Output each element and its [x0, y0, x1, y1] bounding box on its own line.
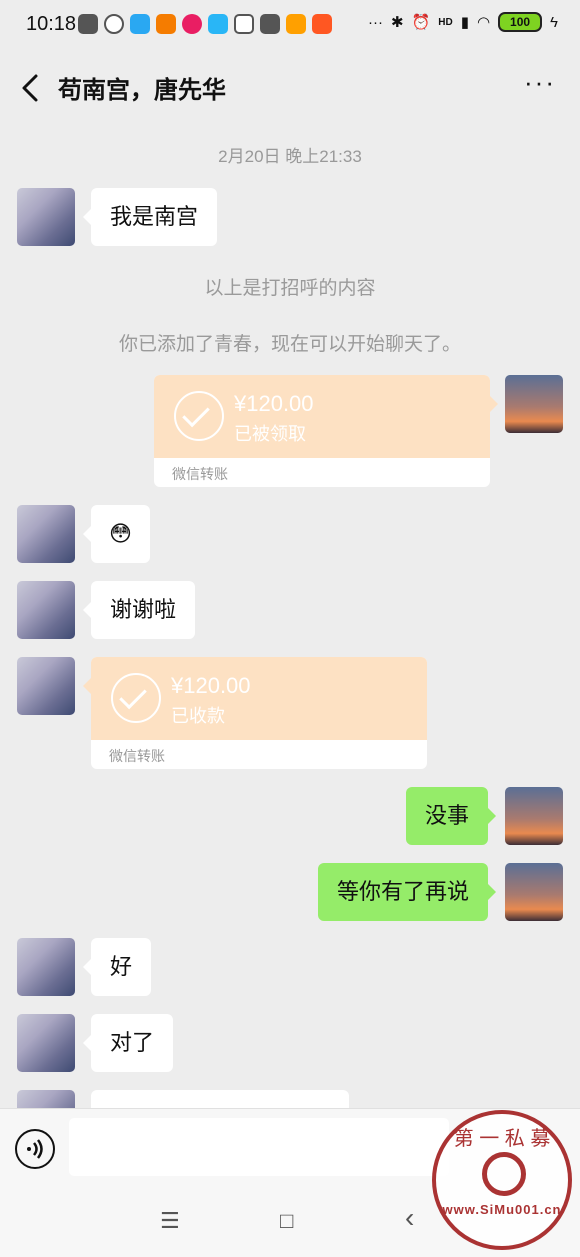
app-icon — [312, 14, 332, 34]
app-icon — [208, 14, 228, 34]
charging-icon: ϟ — [550, 13, 558, 31]
check-circle-icon — [111, 673, 161, 723]
calendar-icon — [234, 14, 254, 34]
home-icon[interactable]: □ — [280, 1208, 293, 1234]
back-icon[interactable]: ‹ — [405, 1202, 414, 1234]
transfer-amount: ¥120.00 — [234, 391, 314, 416]
transfer-label: 微信转账 — [172, 466, 228, 482]
message-icon — [78, 14, 98, 34]
chat-title: 苟南宫，唐先华 — [58, 77, 226, 104]
alarm-icon — [104, 14, 124, 34]
back-arrow-icon[interactable] — [16, 70, 46, 106]
network-label: HD — [438, 16, 453, 28]
message-bubble-sent[interactable]: 等你有了再说 — [317, 863, 497, 921]
wifi-icon: ◠ — [476, 14, 491, 31]
transfer-label: 微信转账 — [109, 748, 165, 764]
message-bubble-received[interactable] — [91, 1090, 349, 1108]
message-timestamp: 2月20日 晚上21:33 — [218, 147, 362, 166]
system-notice: 以上是打招呼的内容 — [204, 278, 376, 299]
watermark-url: www.SiMu001.cn — [442, 1202, 562, 1217]
status-time: 10:18 — [26, 13, 77, 35]
bubble-tail — [83, 678, 91, 694]
transfer-amount: ¥120.00 — [171, 673, 251, 698]
transfer-card-sent[interactable]: ¥120.00 已被领取 微信转账 — [154, 375, 490, 487]
bubble-tail — [490, 396, 498, 412]
notification-icons — [78, 14, 332, 34]
menu-icon[interactable]: ☰ — [160, 1208, 180, 1234]
my-avatar[interactable] — [505, 787, 563, 845]
my-avatar[interactable] — [505, 375, 563, 433]
message-icon — [260, 14, 280, 34]
transfer-card-top: ¥120.00 已被领取 — [154, 375, 490, 458]
app-icon — [182, 14, 202, 34]
transfer-status: 已被领取 — [234, 424, 306, 444]
contact-avatar[interactable] — [17, 938, 75, 996]
contact-avatar[interactable] — [17, 581, 75, 639]
contact-avatar[interactable] — [17, 188, 75, 246]
signal-icon: ▮ — [460, 14, 469, 31]
battery-icon: 100 — [498, 12, 543, 32]
contact-avatar[interactable] — [17, 657, 75, 715]
alarm-icon: ⏰ — [411, 14, 431, 31]
message-bubble-received[interactable]: 好 — [82, 938, 152, 996]
bluetooth-icon: ✱ — [390, 14, 404, 31]
voice-input-icon[interactable] — [15, 1129, 55, 1169]
watermark-seal: 第 一 私 募 www.SiMu001.cn — [432, 1110, 572, 1250]
check-circle-icon — [174, 391, 224, 441]
my-avatar[interactable] — [505, 863, 563, 921]
transfer-status: 已收款 — [171, 706, 225, 726]
more-notifications-icon: ··· — [367, 13, 383, 31]
chat-header: 苟南宫，唐先华 ··· — [0, 52, 580, 124]
voice-waves-icon — [27, 1139, 43, 1159]
status-indicators: ··· ✱ ⏰ HD ▮ ◠ 100 ϟ — [368, 12, 558, 32]
more-options-icon[interactable]: ··· — [524, 69, 556, 95]
watermark-top-text: 第 一 私 募 — [453, 1128, 551, 1150]
app-icon — [130, 14, 150, 34]
taobao-icon — [156, 14, 176, 34]
app-icon — [286, 14, 306, 34]
message-bubble-sent[interactable]: 没事 — [405, 787, 497, 845]
contact-avatar[interactable] — [17, 1090, 75, 1108]
system-notice: 你已添加了青春，现在可以开始聊天了。 — [118, 334, 461, 355]
transfer-card-top: ¥120.00 已收款 — [91, 657, 427, 740]
contact-avatar[interactable] — [17, 505, 75, 563]
message-bubble-received[interactable]: 😳 — [83, 505, 150, 563]
status-bar: 10:18 ··· ✱ ⏰ HD ▮ ◠ 100 ϟ — [0, 0, 580, 52]
message-list[interactable]: 2月20日 晚上21:33 我是南宫 以上是打招呼的内容 你已添加了青春，现在可… — [0, 124, 580, 1108]
message-bubble-received[interactable]: 我是南宫 — [82, 188, 218, 246]
contact-avatar[interactable] — [17, 1014, 75, 1072]
message-bubble-received[interactable]: 谢谢啦 — [82, 581, 196, 639]
message-bubble-received[interactable]: 对了 — [82, 1014, 174, 1072]
transfer-card-received[interactable]: ¥120.00 已收款 微信转账 — [91, 657, 427, 769]
message-input[interactable] — [69, 1118, 449, 1176]
watermark-logo-icon — [482, 1152, 526, 1196]
